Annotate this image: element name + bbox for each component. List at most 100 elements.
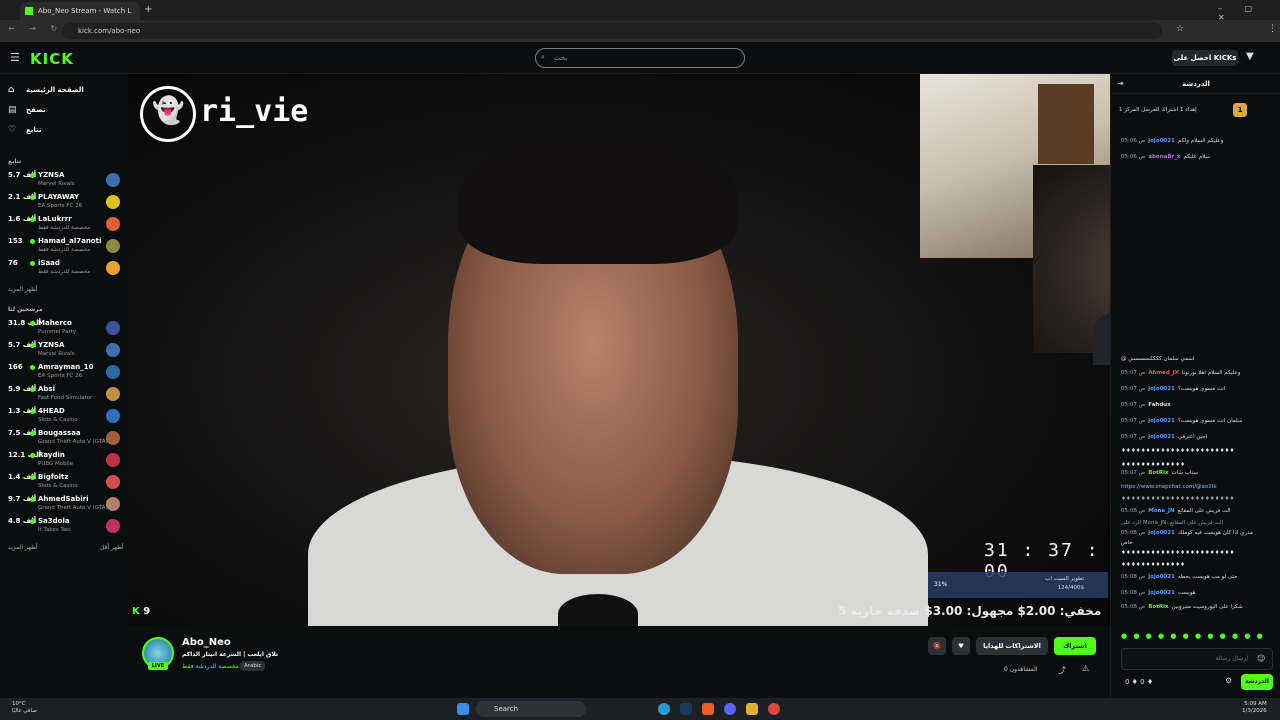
kick-header: ☰ KICK بحث ⌕ احصل على KICKs ▼ (0, 42, 1280, 74)
sidebar-nav-item[interactable]: ♡ تتابع (8, 122, 42, 138)
channel-name: 4HEAD (38, 407, 65, 415)
channel-avatar (106, 343, 120, 357)
brave-icon[interactable] (702, 703, 714, 715)
kick-logo[interactable]: KICK (30, 50, 74, 68)
chat-username[interactable]: jojo0021 (1148, 418, 1175, 424)
channel-game: Grand Theft Auto V (GTA) (38, 439, 108, 445)
chat-username[interactable]: Ahmed_JX (1148, 370, 1179, 376)
channel-item[interactable]: 31.8 ألفMaherco Pummel Party (8, 318, 124, 340)
report-icon[interactable]: ⚠ (1082, 664, 1089, 673)
channel-item[interactable]: 5.7 ألفYZNSAMarvel Rivals (8, 340, 124, 362)
chat-username[interactable]: jojo0021 (1148, 530, 1175, 536)
channel-item[interactable]: 4.8 ألفSa3dolaIt Takes Two (8, 516, 124, 538)
channel-item[interactable]: 12.1 ألفRaydin PUBG Mobile (8, 450, 124, 472)
star-icon[interactable]: ☆ (1176, 24, 1184, 34)
chat-message: 05:07 ص BotRix سناب شات (1121, 470, 1277, 476)
channel-item[interactable]: 1.6 ألفLaLukrrrمخصصة للدردشة فقط (8, 214, 124, 236)
discord-icon[interactable] (724, 703, 736, 715)
weather-widget[interactable]: 10°C صافي غالبًا (12, 701, 37, 715)
channel-item[interactable]: 9.7 ألفAhmedSabiriGrand Theft Auto V (GT… (8, 494, 124, 516)
streamer-username[interactable]: Abo_Neo (182, 637, 231, 648)
channel-item[interactable]: 5.9 ألفAbsiFast Food Simulator (8, 384, 124, 406)
weather-temp: 10°C (12, 701, 26, 707)
live-dot-icon (30, 453, 35, 458)
taskbar-search[interactable]: Search (476, 701, 586, 717)
home-icon: ⌂ (8, 85, 15, 95)
chat-text: @ اسمي سلمان ككككسسسس (1121, 356, 1195, 362)
channel-viewers: 153 (8, 237, 23, 245)
browser-tab[interactable]: Abo_Neo Stream - Watch L (20, 2, 140, 20)
chat-username[interactable]: jojo0021 (1148, 386, 1175, 392)
channel-item[interactable]: 1.3 ألف4HEADSlots & Casino (8, 406, 124, 428)
channel-item[interactable]: 5.7 ألفYZNSAMarvel Rivals (8, 170, 124, 192)
gift-subs-button[interactable]: الاشتراكات للهدايا (976, 637, 1048, 655)
file-explorer-icon[interactable] (746, 703, 758, 715)
tab-title: Abo_Neo Stream - Watch L (38, 7, 132, 15)
chat-counts: 0 ♦ 0 ♦ (1125, 678, 1154, 686)
live-dot-icon (30, 431, 35, 436)
heart-icon: ♡ (8, 125, 17, 135)
chat-username[interactable]: abonaBr_x (1148, 154, 1180, 160)
chat-input[interactable]: إرسال رسالة (1121, 648, 1273, 670)
language-tag[interactable]: Arabic (240, 661, 266, 671)
channel-avatar (106, 195, 120, 209)
chat-message: ♦♦♦♦♦♦♦♦♦♦♦♦♦♦♦♦♦♦♦♦♦♦♦ (1121, 550, 1277, 556)
channel-item[interactable]: 7.5 ألفBougassaaGrand Theft Auto V (GTA) (8, 428, 124, 450)
chat-username[interactable]: jojo0021 (1148, 590, 1175, 596)
follow-button[interactable]: اشتراك (1054, 637, 1096, 655)
channel-avatar (106, 217, 120, 231)
snapchat-ghost-icon: 👻 (152, 96, 185, 126)
sidebar-nav-item[interactable]: ⌂ الصفحة الرئيسية (8, 82, 84, 98)
stream-category[interactable]: مخصصة للدردشة فقط (182, 663, 239, 670)
chat-username[interactable]: BotRix (1148, 470, 1168, 476)
following-more-link[interactable]: أظهر المزيد (8, 286, 38, 293)
taskbar-clock[interactable]: 5:09 AM 1/3/2026 (1242, 701, 1267, 715)
channel-item[interactable]: 1.4 ألفBigfoltzSlots & Casino (8, 472, 124, 494)
heart-button[interactable]: ♥ (952, 637, 970, 655)
url-field[interactable]: kick.com/abo-neo (62, 23, 1162, 39)
chat-username[interactable]: jojo0021 (1148, 574, 1175, 580)
nav-arrows-icon[interactable]: ← → ↻ (8, 24, 63, 33)
edge-icon[interactable] (658, 703, 670, 715)
chat-send-button[interactable]: الدردشة (1241, 674, 1273, 690)
snapchat-overlay: 👻 ri_vie (140, 86, 308, 142)
emoji-icon[interactable]: ☺ (1257, 654, 1265, 663)
chat-text: سناب شات (1171, 470, 1198, 476)
channel-game: مخصصة للدردشة فقط (38, 225, 91, 231)
search-input[interactable]: بحث (535, 48, 745, 68)
live-dot-icon (30, 343, 35, 348)
gear-icon[interactable]: ⚙ (1225, 676, 1232, 685)
show-less-link[interactable]: أظهر أقل (100, 544, 124, 551)
get-kicks-button[interactable]: احصل على KICKs (1172, 50, 1238, 66)
chat-text: ♦♦♦♦♦♦♦♦♦♦♦♦♦ (1121, 562, 1186, 568)
chrome-icon[interactable] (768, 703, 780, 715)
channel-item[interactable]: 153 Hamad_al7anoti مخصصة للدردشة فقط (8, 236, 124, 258)
goal-title: تطوير السيت اب (1045, 576, 1084, 582)
channel-game: EA Sports FC 26 (38, 373, 83, 379)
notifications-off-button[interactable]: 🔕 (928, 637, 946, 655)
chat-username[interactable]: Fahdux (1148, 402, 1170, 408)
video-player[interactable]: 👻 ri_vie 31 : 37 : 00 31% تطوير السيت اب… (128, 74, 1110, 626)
sidebar-nav-item[interactable]: ▤ تصفح (8, 102, 46, 118)
collapse-chat-icon[interactable]: ⇥ (1117, 79, 1124, 88)
goal-amount: 124/400$ (1057, 585, 1084, 591)
steam-icon[interactable] (680, 703, 692, 715)
menu-dots-icon[interactable]: ⋮ (1268, 24, 1277, 34)
emote-row[interactable]: ● ● ● ● ● ● ● ● ● ● ● ● (1121, 632, 1277, 642)
chat-username[interactable]: BotRix (1148, 604, 1168, 610)
show-more-link[interactable]: أظهر المزيد (8, 544, 38, 551)
chat-username[interactable]: jojo0021 (1148, 138, 1175, 144)
chat-panel: الدردشة ⇥ إهداء 1 اشتراك للمرسل المركز 1… (1110, 74, 1280, 698)
windows-start-icon[interactable] (457, 703, 469, 715)
new-tab-icon[interactable]: + (144, 4, 152, 15)
channel-item[interactable]: 76 iSaad مخصصة للدردشة فقط (8, 258, 124, 280)
filter-icon[interactable]: ▼ (1246, 51, 1254, 62)
share-icon[interactable]: ⤴ (1058, 665, 1066, 676)
chat-username[interactable]: Mona_JN (1148, 508, 1174, 514)
chat-username[interactable]: jojo0021 (1148, 434, 1175, 440)
channel-item[interactable]: 166 Amrayman_10 EA Sports FC 26 (8, 362, 124, 384)
channel-viewers: 76 (8, 259, 18, 267)
hamburger-menu-icon[interactable]: ☰ (10, 51, 20, 64)
chat-message: 05:07 ص jojo0021 انت مسوي هويست؟ (1121, 386, 1277, 392)
channel-item[interactable]: 2.1 ألفPLAYAWAYEA Sports FC 26 (8, 192, 124, 214)
